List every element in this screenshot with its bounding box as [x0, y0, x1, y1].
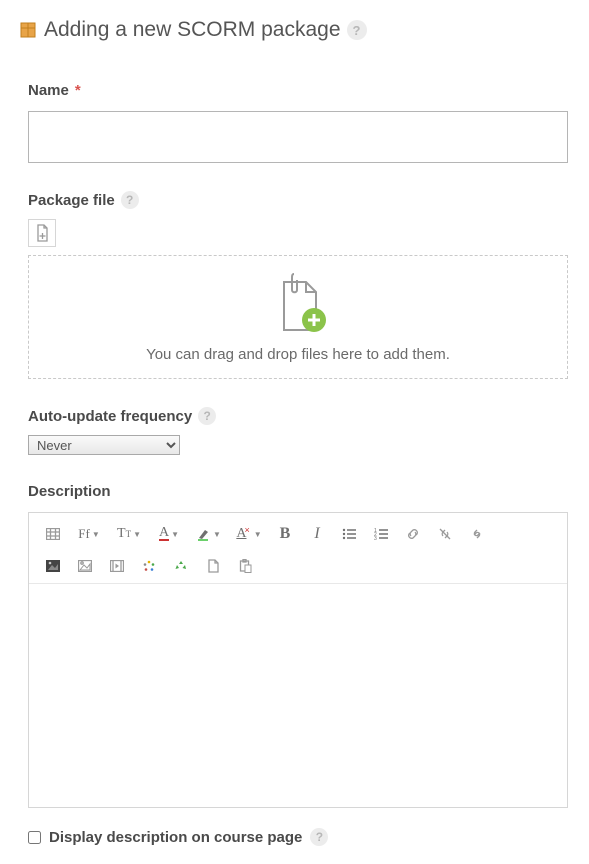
anchor-button[interactable]	[461, 523, 493, 545]
bold-button[interactable]: B	[269, 523, 301, 545]
name-label: Name *	[28, 82, 579, 99]
name-input[interactable]	[28, 111, 568, 163]
description-label: Description	[28, 483, 579, 500]
insert-image-button[interactable]	[69, 555, 101, 577]
page-title: Adding a new SCORM package ?	[18, 18, 579, 42]
insert-asterisk-button[interactable]	[133, 555, 165, 577]
dropzone-text: You can drag and drop files here to add …	[146, 346, 450, 363]
ordered-list-button[interactable]: 123	[365, 523, 397, 545]
display-description-checkbox[interactable]	[28, 831, 41, 844]
description-label-text: Description	[28, 483, 111, 500]
highlight-color-button[interactable]: ▼	[189, 523, 229, 545]
display-description-row: Display description on course page ?	[28, 828, 579, 846]
add-file-button[interactable]	[28, 219, 56, 247]
unlink-button[interactable]	[429, 523, 461, 545]
insert-file-button[interactable]	[197, 555, 229, 577]
insert-image-dark-button[interactable]	[37, 555, 69, 577]
name-label-text: Name	[28, 82, 69, 99]
description-field: Description Ff▼ TT▼ A▼	[28, 483, 579, 808]
svg-text:3: 3	[374, 536, 377, 540]
font-family-button[interactable]: Ff▼	[69, 523, 109, 545]
display-description-label: Display description on course page	[49, 829, 302, 846]
help-icon[interactable]: ?	[310, 828, 328, 846]
help-icon[interactable]: ?	[347, 20, 367, 40]
auto-update-field: Auto-update frequency ? Never	[28, 407, 579, 455]
name-field: Name *	[28, 82, 579, 163]
description-textarea[interactable]	[29, 583, 567, 807]
italic-button[interactable]: I	[301, 523, 333, 545]
paste-button[interactable]	[229, 555, 261, 577]
link-button[interactable]	[397, 523, 429, 545]
toolbar-grid-button[interactable]	[37, 523, 69, 545]
description-editor: Ff▼ TT▼ A▼ ▼ A×▼ B	[28, 512, 568, 808]
file-dropzone[interactable]: You can drag and drop files here to add …	[28, 255, 568, 379]
auto-update-select[interactable]: Never	[28, 435, 180, 455]
insert-media-button[interactable]	[101, 555, 133, 577]
clear-formatting-button[interactable]: A×▼	[229, 523, 269, 545]
help-icon[interactable]: ?	[198, 407, 216, 425]
unordered-list-button[interactable]	[333, 523, 365, 545]
editor-toolbar: Ff▼ TT▼ A▼ ▼ A×▼ B	[29, 513, 567, 583]
font-color-button[interactable]: A▼	[149, 523, 189, 545]
package-file-label-text: Package file	[28, 192, 115, 209]
help-icon[interactable]: ?	[121, 191, 139, 209]
page-title-text: Adding a new SCORM package	[44, 18, 341, 42]
package-file-label: Package file ?	[28, 191, 579, 209]
package-file-field: Package file ?	[28, 191, 579, 379]
auto-update-label: Auto-update frequency ?	[28, 407, 579, 425]
required-indicator: *	[75, 82, 81, 99]
scorm-package-icon	[18, 20, 38, 40]
font-size-button[interactable]: TT▼	[109, 523, 149, 545]
recycle-button[interactable]	[165, 555, 197, 577]
file-upload-icon	[270, 272, 326, 336]
auto-update-label-text: Auto-update frequency	[28, 408, 192, 425]
